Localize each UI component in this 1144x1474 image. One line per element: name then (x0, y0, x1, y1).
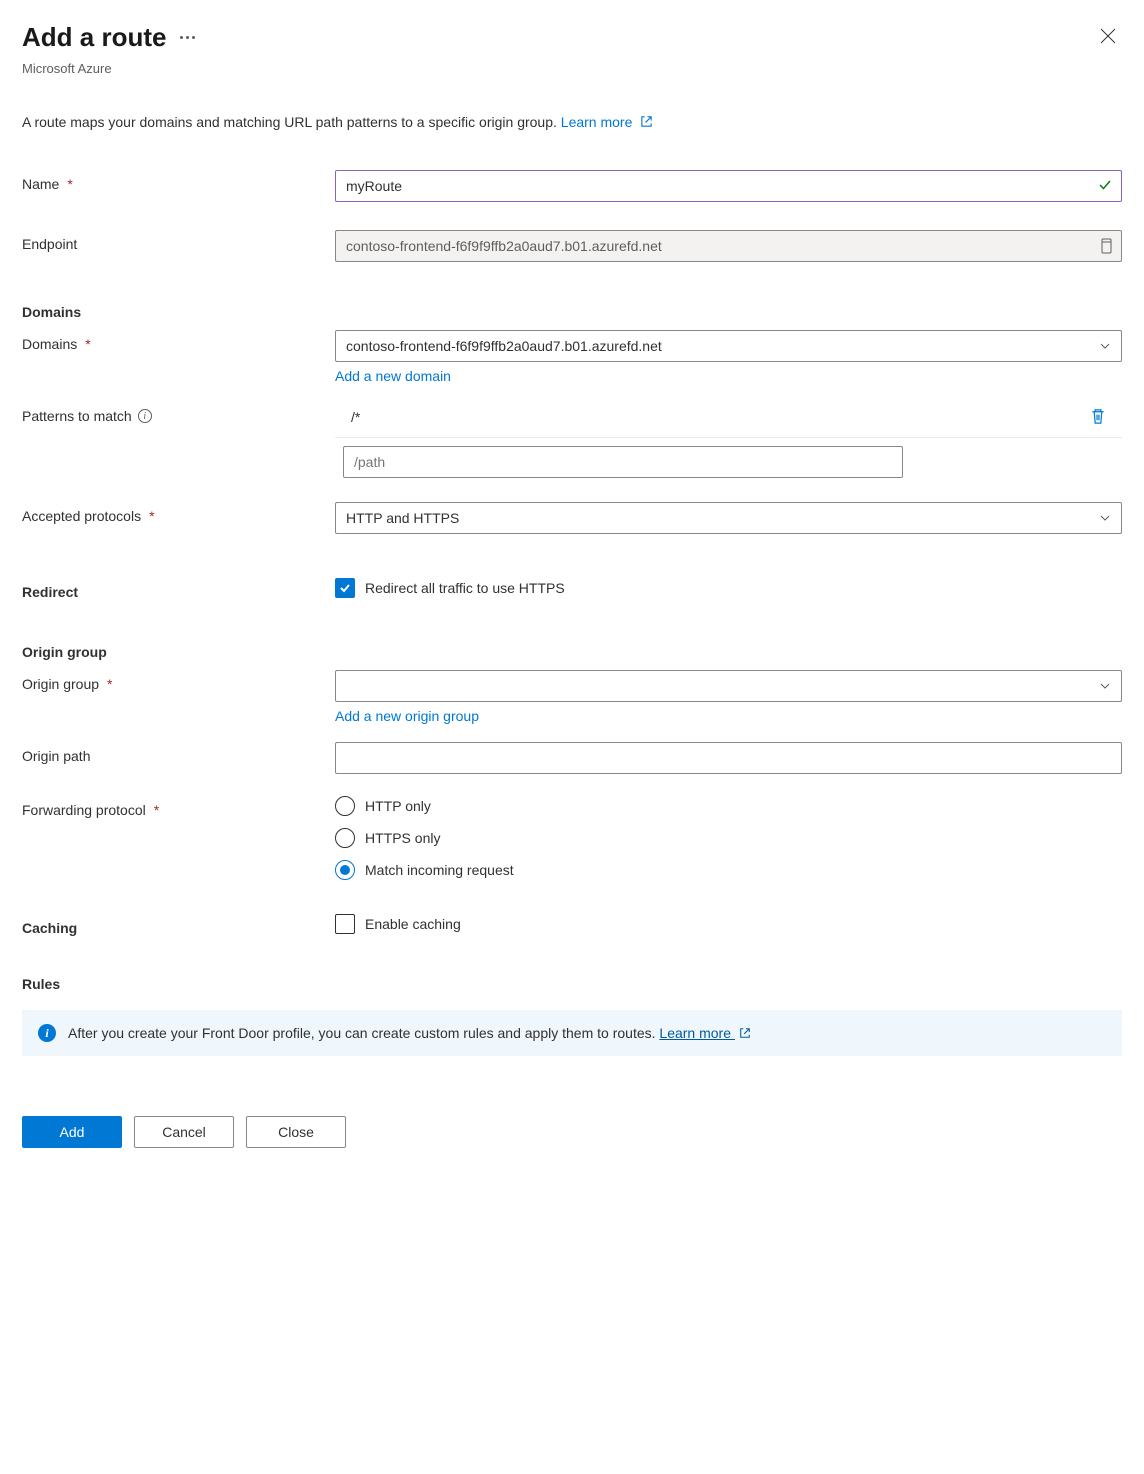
radio-label: HTTP only (365, 798, 431, 814)
required-marker: * (107, 676, 112, 692)
domains-selected-value: contoso-frontend-f6f9f9ffb2a0aud7.b01.az… (346, 338, 662, 354)
protocols-label: Accepted protocols (22, 508, 141, 524)
chevron-down-icon (1099, 340, 1111, 352)
required-marker: * (149, 508, 154, 524)
domains-select[interactable]: contoso-frontend-f6f9f9ffb2a0aud7.b01.az… (335, 330, 1122, 362)
rules-learn-more-link[interactable]: Learn more (659, 1025, 750, 1041)
domains-heading: Domains (22, 304, 1122, 320)
add-origin-group-link[interactable]: Add a new origin group (335, 708, 479, 724)
rules-heading: Rules (22, 976, 1122, 992)
banner-link-label: Learn more (659, 1025, 731, 1041)
endpoint-label: Endpoint (22, 236, 77, 252)
cancel-button[interactable]: Cancel (134, 1116, 234, 1148)
redirect-checkbox-label: Redirect all traffic to use HTTPS (365, 580, 565, 596)
origin-path-input[interactable] (335, 742, 1122, 774)
external-link-icon (640, 115, 653, 128)
learn-more-label: Learn more (561, 114, 633, 130)
intro-text: A route maps your domains and matching U… (22, 114, 1122, 130)
learn-more-link[interactable]: Learn more (561, 114, 653, 130)
redirect-heading: Redirect (22, 584, 78, 600)
add-button[interactable]: Add (22, 1116, 122, 1148)
origin-group-heading: Origin group (22, 644, 1122, 660)
forwarding-radio-https[interactable]: HTTPS only (335, 828, 1122, 848)
info-icon[interactable]: i (138, 409, 152, 423)
forwarding-radio-http[interactable]: HTTP only (335, 796, 1122, 816)
add-domain-link[interactable]: Add a new domain (335, 368, 451, 384)
intro-body: A route maps your domains and matching U… (22, 114, 561, 130)
name-input[interactable] (335, 170, 1122, 202)
page-title: Add a route (22, 22, 166, 53)
check-icon (1098, 178, 1112, 192)
pattern-row: /* (335, 402, 1122, 438)
trash-icon[interactable] (1090, 408, 1106, 425)
rules-info-banner: i After you create your Front Door profi… (22, 1010, 1122, 1056)
origin-group-label: Origin group (22, 676, 99, 692)
enable-caching-checkbox[interactable] (335, 914, 355, 934)
name-label: Name (22, 176, 59, 192)
close-button[interactable]: Close (246, 1116, 346, 1148)
forwarding-protocol-label: Forwarding protocol (22, 802, 146, 818)
pattern-value: /* (351, 409, 1080, 425)
domains-label: Domains (22, 336, 77, 352)
required-marker: * (154, 802, 159, 818)
protocols-select[interactable]: HTTP and HTTPS (335, 502, 1122, 534)
close-icon[interactable] (1100, 28, 1116, 44)
endpoint-readonly: contoso-frontend-f6f9f9ffb2a0aud7.b01.az… (335, 230, 1122, 262)
radio-label: HTTPS only (365, 830, 440, 846)
caching-heading: Caching (22, 920, 77, 936)
info-icon: i (38, 1024, 56, 1042)
radio-label: Match incoming request (365, 862, 514, 878)
chevron-down-icon (1099, 680, 1111, 692)
origin-group-select[interactable] (335, 670, 1122, 702)
origin-path-label: Origin path (22, 748, 90, 764)
external-link-icon (739, 1027, 751, 1039)
banner-text: After you create your Front Door profile… (68, 1025, 659, 1041)
copy-icon[interactable] (1098, 238, 1113, 255)
required-marker: * (67, 176, 72, 192)
page-subtitle: Microsoft Azure (22, 61, 1122, 76)
patterns-label: Patterns to match (22, 408, 132, 424)
pattern-input[interactable] (343, 446, 903, 478)
endpoint-value: contoso-frontend-f6f9f9ffb2a0aud7.b01.az… (346, 238, 662, 254)
caching-checkbox-label: Enable caching (365, 916, 461, 932)
redirect-https-checkbox[interactable] (335, 578, 355, 598)
chevron-down-icon (1099, 512, 1111, 524)
forwarding-radio-match[interactable]: Match incoming request (335, 860, 1122, 880)
protocols-selected-value: HTTP and HTTPS (346, 510, 459, 526)
more-actions-button[interactable] (180, 36, 195, 39)
required-marker: * (85, 336, 90, 352)
